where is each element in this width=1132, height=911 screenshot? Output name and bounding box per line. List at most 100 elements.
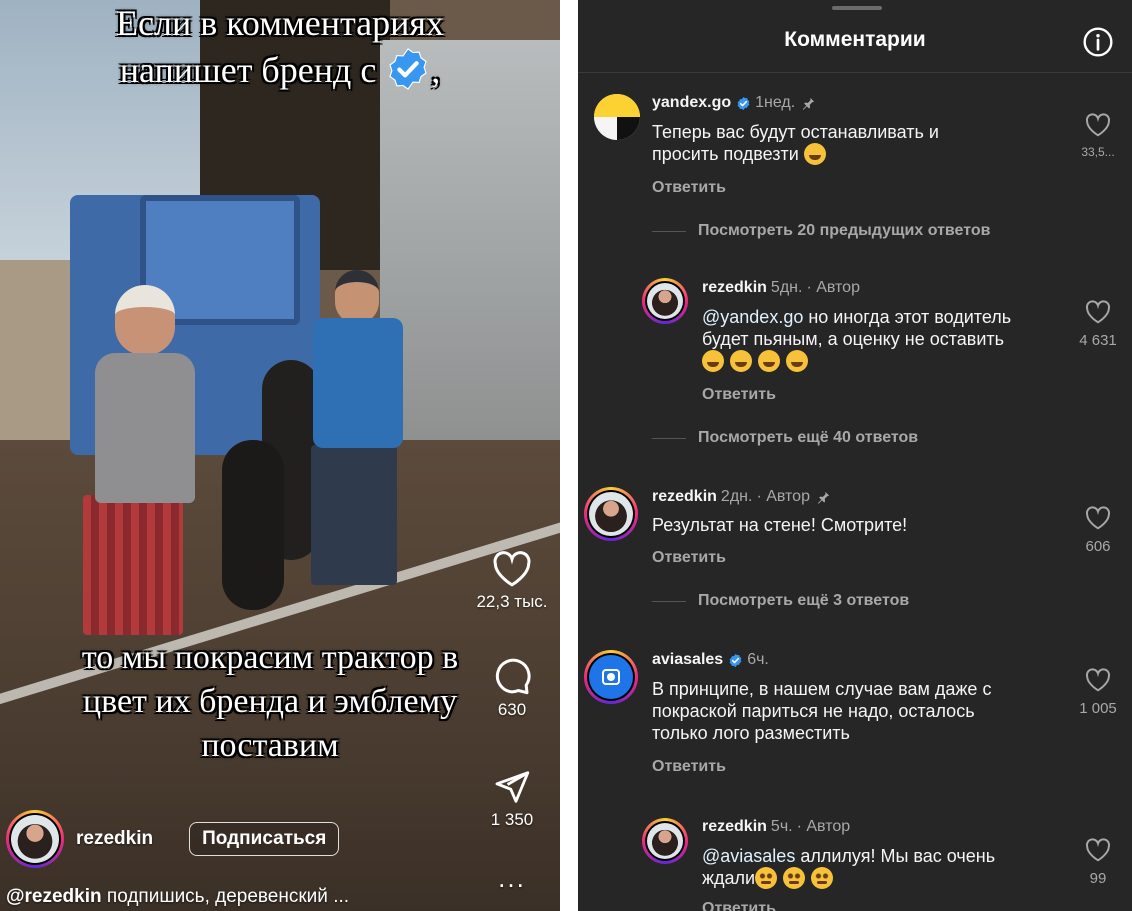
heart-icon: [493, 551, 531, 587]
caption-line: Если в комментариях: [116, 3, 444, 43]
heart-icon: [1086, 668, 1110, 692]
comment-header: rezedkin 5дн. · Автор: [702, 279, 860, 297]
caption-line: то мы покрасим трактор в: [81, 639, 459, 676]
author-avatar-ring[interactable]: [6, 810, 64, 868]
comment-text: Теперь вас будут останавливать и просить…: [652, 122, 939, 165]
reply-button[interactable]: Ответить: [652, 549, 726, 567]
woman-figure: [83, 285, 205, 665]
more-dots-icon: ...: [498, 863, 526, 893]
video-description[interactable]: @rezedkin подпишись, деревенский ...: [6, 886, 349, 908]
author-username[interactable]: rezedkin: [76, 828, 153, 850]
pin-icon: [803, 97, 815, 110]
comment-like-button[interactable]: 33,5...: [1068, 113, 1128, 159]
panel-title: Комментарии: [784, 28, 926, 51]
like-count: 22,3 тыс.: [476, 592, 548, 611]
comment-text: @yandex.go но иногда этот водитель будет…: [702, 306, 1011, 372]
comment-header: aviasales 6ч.: [652, 651, 769, 669]
comment-username[interactable]: yandex.go: [652, 94, 731, 112]
comment-time: 5ч.: [770, 818, 793, 835]
comment-text: @aviasales аллилуя! Мы вас очень ждали: [702, 846, 996, 889]
reply-button[interactable]: Ответить: [652, 179, 726, 197]
comment-time: 2дн.: [720, 488, 753, 505]
avatar: [647, 283, 683, 319]
subscribe-button[interactable]: Подписаться: [189, 822, 340, 856]
pleading-emoji-icon: [811, 867, 834, 889]
comment-text: Результат на стене! Смотрите!: [652, 515, 908, 535]
caption-line: цвет их бренда и эмблему: [82, 683, 458, 720]
comment-like-button[interactable]: 4 631: [1068, 300, 1128, 349]
comment-time: 5дн.: [770, 279, 803, 296]
like-button[interactable]: 22,3 тыс.: [472, 550, 552, 612]
aviasales-logo-icon: [589, 655, 633, 699]
view-replies-button[interactable]: Посмотреть ещё 40 ответов: [652, 429, 918, 447]
comment-like-button[interactable]: 99: [1068, 838, 1128, 887]
avatar-rezedkin[interactable]: [584, 487, 638, 541]
view-replies-button[interactable]: Посмотреть ещё 3 ответов: [652, 592, 909, 610]
send-icon: [495, 771, 530, 803]
avatar-rezedkin[interactable]: [642, 818, 688, 864]
header-divider: [578, 72, 1132, 73]
comment-like-button[interactable]: 1 005: [1068, 668, 1128, 717]
verified-badge-icon: [729, 653, 742, 667]
author-label: · Автор: [756, 488, 810, 505]
avatar-aviasales[interactable]: [584, 650, 638, 704]
man-figure: [305, 270, 405, 600]
comment-bubble-icon: [495, 658, 531, 695]
avatar: [647, 823, 683, 859]
avatar: [589, 492, 633, 536]
avatar: [11, 815, 59, 863]
video-caption-bottom: то мы покрасим трактор в цвет их бренда …: [20, 636, 520, 768]
comment-header: yandex.go 1нед.: [652, 94, 816, 112]
comment-like-count: 4 631: [1079, 332, 1117, 349]
author-label: · Автор: [806, 279, 860, 296]
share-count: 1 350: [490, 810, 534, 829]
comment-like-count: 33,5...: [1081, 145, 1115, 159]
comment-like-count: 606: [1085, 538, 1111, 555]
comment-time: 6ч.: [747, 651, 769, 668]
reply-button[interactable]: Ответить: [702, 900, 776, 911]
comment-username[interactable]: rezedkin: [702, 279, 767, 297]
heart-icon: [1086, 506, 1110, 530]
share-button[interactable]: 1 350: [472, 768, 552, 830]
heart-icon: [1086, 300, 1110, 324]
view-replies-button[interactable]: Посмотреть 20 предыдущих ответов: [652, 222, 990, 240]
author-label: · Автор: [796, 818, 851, 835]
caption-line: поставим: [201, 727, 339, 764]
verified-badge-icon: [737, 96, 750, 110]
author-bar: rezedkin Подписаться: [6, 810, 340, 868]
comment-header: rezedkin 2дн. · Автор: [652, 488, 831, 506]
comment-username[interactable]: rezedkin: [652, 488, 717, 506]
reply-button[interactable]: Ответить: [652, 758, 726, 776]
comment-like-button[interactable]: 606: [1068, 506, 1128, 555]
video-player[interactable]: Если в комментариях напишет бренд с , то…: [0, 0, 560, 911]
comment-header: rezedkin 5ч. · Автор: [702, 818, 850, 836]
laughing-emoji-icon: [730, 350, 752, 372]
avatar-rezedkin[interactable]: [642, 278, 688, 324]
comment-username[interactable]: aviasales: [652, 651, 723, 669]
comments-panel: Комментарии yandex.go 1нед. Теперь вас б…: [578, 0, 1132, 911]
comment-button[interactable]: 630: [472, 656, 552, 720]
pleading-emoji-icon: [755, 867, 778, 889]
avatar-yandex-go[interactable]: [594, 94, 640, 140]
barn-door-right: [380, 40, 560, 460]
heart-icon: [1086, 838, 1110, 862]
tractor-wheel-front: [222, 440, 284, 610]
mention-link[interactable]: @aviasales: [702, 846, 795, 866]
laughing-emoji-icon: [758, 350, 780, 372]
laughing-emoji-icon: [786, 350, 808, 372]
verified-badge-icon: [389, 48, 427, 90]
comment-like-count: 1 005: [1079, 700, 1117, 717]
mention-link[interactable]: @yandex.go: [702, 307, 803, 327]
video-caption-top: Если в комментариях напишет бренд с ,: [40, 0, 520, 93]
pin-icon: [817, 491, 830, 504]
comment-text: В принципе, в нашем случае вам даже с по…: [652, 679, 992, 743]
more-options-button[interactable]: ...: [472, 865, 552, 891]
info-icon[interactable]: [1082, 26, 1114, 58]
comment-username[interactable]: rezedkin: [702, 818, 767, 836]
caption-line: напишет бренд с ,: [40, 46, 520, 93]
comment-count: 630: [497, 700, 527, 719]
sheet-grabber[interactable]: [832, 6, 882, 10]
divider: [560, 0, 578, 911]
reply-button[interactable]: Ответить: [702, 386, 776, 404]
comment-time: 1нед.: [755, 94, 796, 111]
